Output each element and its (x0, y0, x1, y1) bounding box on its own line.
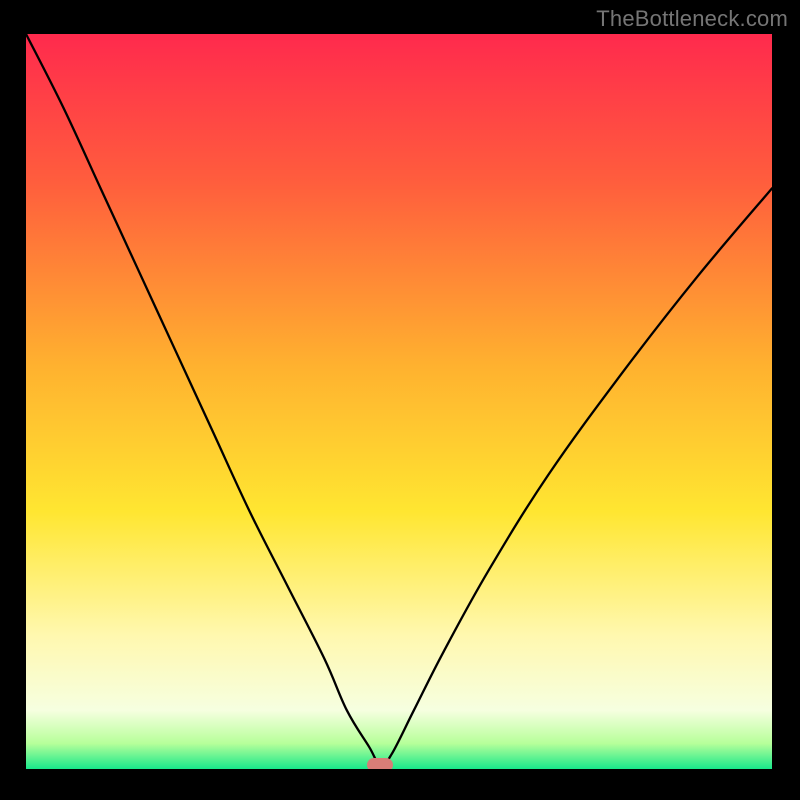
minimum-marker-icon (367, 758, 393, 769)
chart-svg (26, 34, 772, 769)
watermark-text: TheBottleneck.com (596, 6, 788, 32)
plot-area (26, 34, 772, 769)
plot-frame (26, 34, 772, 769)
chart-root: TheBottleneck.com (0, 0, 800, 800)
gradient-background (26, 34, 772, 769)
